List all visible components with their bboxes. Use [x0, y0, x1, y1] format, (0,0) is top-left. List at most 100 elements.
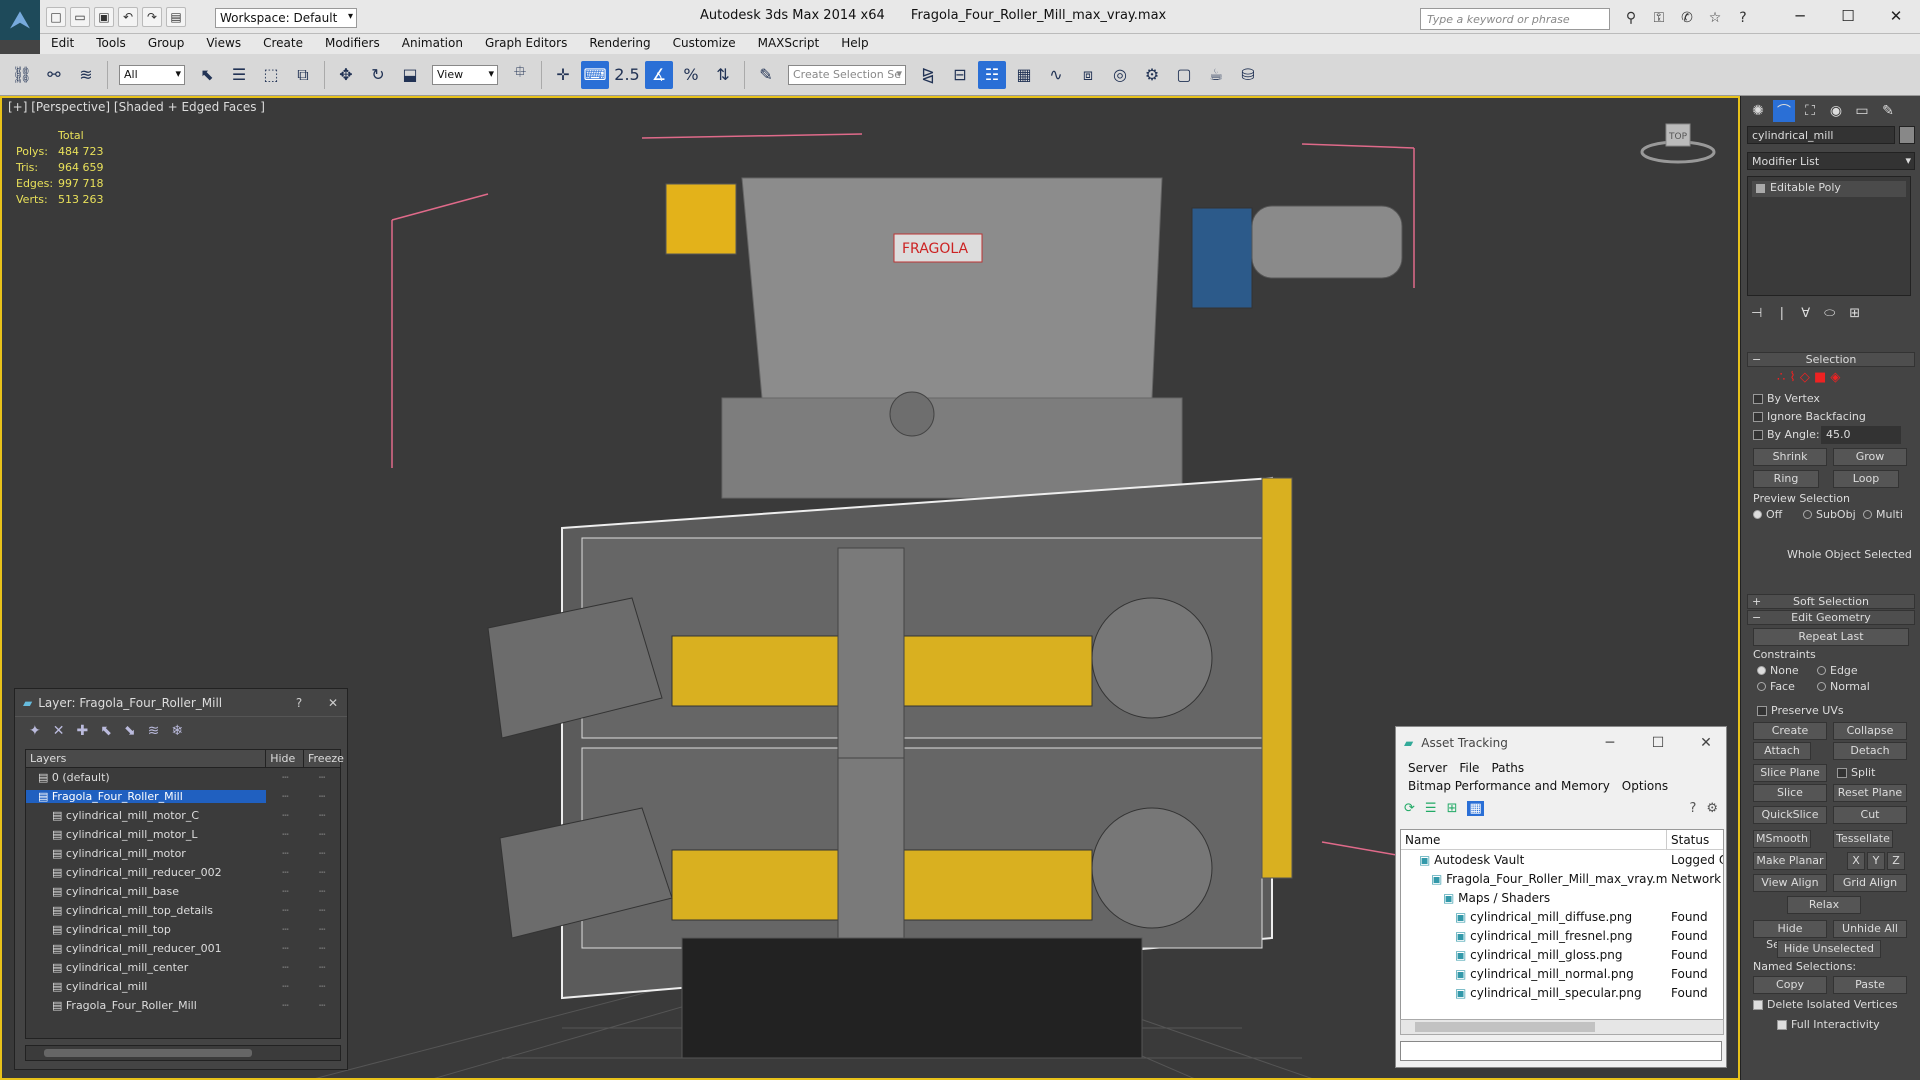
open-file-icon[interactable]: ▭ [70, 7, 90, 27]
asset-menu-options[interactable]: Options [1616, 777, 1674, 795]
help-icon[interactable]: ? [1689, 801, 1696, 816]
layer-freeze-toggle[interactable]: ┄ [304, 942, 340, 955]
layer-hide-toggle[interactable]: ┄ [266, 771, 304, 784]
menu-item-edit[interactable]: Edit [40, 34, 85, 54]
asset-row[interactable]: ▣ cylindrical_mill_normal.png Found [1401, 964, 1723, 983]
remove-modifier-icon[interactable]: ⬭ [1824, 306, 1835, 321]
asset-menu-file[interactable]: File [1453, 759, 1485, 777]
reference-coordinate-dropdown[interactable]: View [432, 64, 498, 85]
close-icon[interactable]: ✕ [1686, 735, 1726, 751]
asset-window-titlebar[interactable]: ▰ Asset Tracking ─ ☐ ✕ [1396, 727, 1726, 759]
asset-path-field[interactable] [1400, 1041, 1722, 1061]
layer-hide-toggle[interactable]: ┄ [267, 980, 305, 993]
favorites-star-icon[interactable]: ☆ [1704, 8, 1726, 28]
layer-freeze-toggle[interactable]: ┄ [304, 885, 340, 898]
refresh-icon[interactable]: ⟳ [1404, 801, 1415, 816]
menu-item-create[interactable]: Create [252, 34, 314, 54]
modifier-list-dropdown[interactable]: Modifier List [1747, 152, 1915, 170]
paste-button[interactable]: Paste [1833, 976, 1907, 994]
attach-button[interactable]: Attach [1753, 742, 1811, 760]
selection-rollout-header[interactable]: − Selection [1747, 352, 1915, 367]
layer-freeze-toggle[interactable]: ┄ [304, 847, 340, 860]
rotate-icon[interactable]: ↻ [364, 61, 392, 89]
layer-hide-toggle[interactable]: ┄ [267, 885, 305, 898]
layer-scrollbar[interactable] [25, 1045, 341, 1061]
tessellate-button[interactable]: Tessellate [1833, 830, 1893, 848]
by-angle-checkbox[interactable]: By Angle: [1753, 428, 1820, 441]
collapse-button[interactable]: Collapse [1833, 722, 1907, 740]
full-interactivity-checkbox[interactable]: Full Interactivity [1777, 1018, 1880, 1031]
schematic-view-icon[interactable]: ⧈ [1074, 61, 1102, 89]
search-input[interactable]: Type a keyword or phrase [1420, 8, 1610, 30]
layer-hide-toggle[interactable]: ┄ [267, 961, 305, 974]
col-status[interactable]: Status [1667, 830, 1723, 849]
cut-button[interactable]: Cut [1833, 806, 1907, 824]
make-planar-button[interactable]: Make Planar [1753, 852, 1827, 870]
col-freeze[interactable]: Freeze [304, 750, 344, 767]
layer-hide-toggle[interactable]: ┄ [267, 942, 305, 955]
layer-hide-toggle[interactable]: ┄ [267, 923, 305, 936]
hold-icon[interactable]: ▤ [166, 7, 186, 27]
object-color-swatch[interactable] [1899, 126, 1915, 144]
unhide-all-button[interactable]: Unhide All [1833, 920, 1907, 938]
layer-row[interactable]: ▤ Fragola_Four_Roller_Mill ┄ ┄ [26, 787, 340, 806]
curve-editor-icon[interactable]: ∿ [1042, 61, 1070, 89]
subscription-icon[interactable]: ⚿ [1648, 8, 1670, 28]
select-manipulate-icon[interactable]: ✛ [549, 61, 577, 89]
edit-named-selection-icon[interactable]: ✎ [752, 61, 780, 89]
layer-row[interactable]: ▤ Fragola_Four_Roller_Mill ┄ ┄ [26, 996, 340, 1015]
render-setup-icon[interactable]: ⚙ [1138, 61, 1166, 89]
col-name[interactable]: Name [1401, 830, 1667, 849]
asset-row[interactable]: ▣ Fragola_Four_Roller_Mill_max_vray.max N… [1401, 869, 1723, 888]
asset-row[interactable]: ▣ Autodesk Vault Logged O [1401, 850, 1723, 869]
rect-selection-icon[interactable]: ⬚ [257, 61, 285, 89]
relax-button[interactable]: Relax [1787, 896, 1861, 914]
add-to-layer-icon[interactable]: ✚ [76, 723, 88, 739]
quickslice-button[interactable]: QuickSlice [1753, 806, 1827, 824]
bind-spacewarp-icon[interactable]: ≋ [72, 61, 100, 89]
msmooth-button[interactable]: MSmooth [1753, 830, 1811, 848]
new-file-icon[interactable]: □ [46, 7, 66, 27]
viewcube-icon[interactable]: TOP [1638, 110, 1718, 170]
ignore-backfacing-checkbox[interactable]: Ignore Backfacing [1753, 410, 1866, 423]
menu-item-help[interactable]: Help [830, 34, 879, 54]
highlight-layer-icon[interactable]: ⬊ [124, 723, 136, 739]
object-name-field[interactable]: cylindrical_mill [1747, 126, 1895, 144]
layer-row[interactable]: ▤ cylindrical_mill_top ┄ ┄ [26, 920, 340, 939]
layer-hide-toggle[interactable]: ┄ [267, 828, 305, 841]
layer-manager-icon[interactable]: ☷ [978, 60, 1006, 89]
repeat-last-button[interactable]: Repeat Last [1753, 628, 1909, 646]
asset-scrollbar[interactable] [1400, 1019, 1724, 1035]
layer-hide-toggle[interactable]: ┄ [267, 904, 305, 917]
selection-filter-dropdown[interactable]: All [119, 64, 185, 85]
slice-button[interactable]: Slice [1753, 784, 1827, 802]
delete-isolated-checkbox[interactable]: Delete Isolated Vertices [1753, 998, 1898, 1011]
layer-hide-toggle[interactable]: ┄ [267, 847, 305, 860]
menu-item-modifiers[interactable]: Modifiers [314, 34, 391, 54]
slice-plane-button[interactable]: Slice Plane [1753, 764, 1827, 782]
constraint-edge-radio[interactable]: Edge [1817, 664, 1858, 677]
layer-row[interactable]: ▤ cylindrical_mill_top_details ┄ ┄ [26, 901, 340, 920]
layer-freeze-toggle[interactable]: ┄ [304, 771, 340, 784]
layer-row[interactable]: ▤ cylindrical_mill_motor_L ┄ ┄ [26, 825, 340, 844]
list-view-icon[interactable]: ☰ [1425, 801, 1437, 816]
move-icon[interactable]: ✥ [332, 61, 360, 89]
minimize-icon[interactable]: ─ [1590, 735, 1630, 751]
layer-row[interactable]: ▤ cylindrical_mill ┄ ┄ [26, 977, 340, 996]
layer-hide-toggle[interactable]: ┄ [266, 790, 304, 803]
perspective-viewport[interactable]: FRAGOLA [+] [Perspective] [Shaded + Edge… [0, 96, 1740, 1080]
menu-item-animation[interactable]: Animation [391, 34, 474, 54]
show-end-result-icon[interactable]: ❘ [1776, 306, 1787, 321]
unlink-icon[interactable]: ⚯ [40, 61, 68, 89]
preview-subobj-radio[interactable]: SubObj [1803, 508, 1856, 521]
menu-item-graph-editors[interactable]: Graph Editors [474, 34, 578, 54]
communication-icon[interactable]: ✆ [1676, 8, 1698, 28]
create-tab-icon[interactable]: ✺ [1747, 100, 1769, 122]
mirror-icon[interactable]: ⧎ [914, 61, 942, 89]
tree-view-icon[interactable]: ⊞ [1447, 801, 1458, 816]
app-logo[interactable]: ⮝ [0, 0, 40, 40]
constraint-face-radio[interactable]: Face [1757, 680, 1795, 693]
spinner-snap-icon[interactable]: ⇅ [709, 61, 737, 89]
undo-icon[interactable]: ↶ [118, 7, 138, 27]
planar-y-button[interactable]: Y [1867, 852, 1885, 870]
